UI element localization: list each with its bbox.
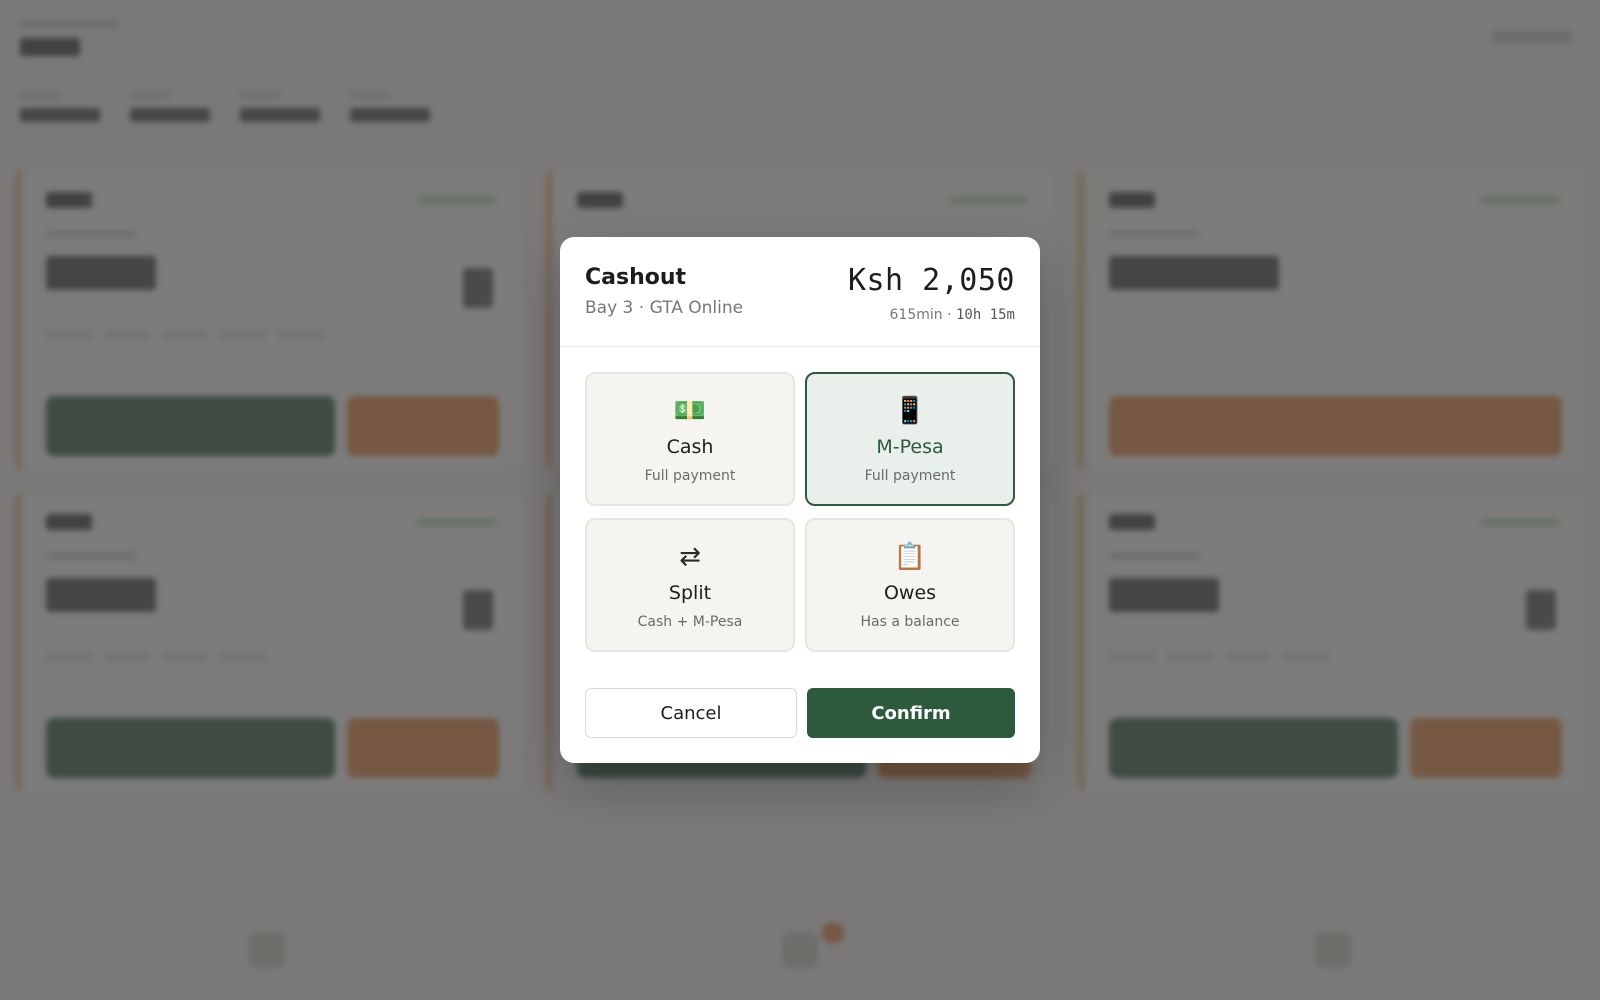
method-mpesa[interactable]: 📱 M-Pesa Full payment [805, 372, 1015, 506]
method-name: Split [668, 582, 712, 604]
split-arrows-icon: ⇄ [679, 542, 701, 572]
dialog-header: Cashout Bay 3 · GTA Online Ksh 2,050 615… [560, 237, 1040, 347]
clipboard-icon: 📋 [893, 542, 927, 572]
confirm-button[interactable]: Confirm [807, 688, 1015, 738]
method-name: Owes [883, 582, 937, 604]
method-owes[interactable]: 📋 Owes Has a balance [805, 518, 1015, 652]
method-name: M-Pesa [876, 436, 944, 458]
cancel-button[interactable]: Cancel [585, 688, 797, 738]
session-duration: 615min · 10h 15m [890, 307, 1016, 323]
mobile-phone-icon: 📱 [893, 396, 927, 426]
method-cash[interactable]: 💵 Cash Full payment [585, 372, 795, 506]
duration-hours-minutes: 10h 15m [955, 307, 1015, 323]
cashout-dialog: Cashout Bay 3 · GTA Online Ksh 2,050 615… [560, 237, 1040, 763]
amount-due: Ksh 2,050 [847, 263, 1015, 298]
method-name: Cash [666, 436, 714, 458]
cash-icon: 💵 [673, 396, 707, 426]
payment-methods: 💵 Cash Full payment 📱 M-Pesa Full paymen… [585, 372, 1015, 652]
method-split[interactable]: ⇄ Split Cash + M-Pesa [585, 518, 795, 652]
method-desc: Has a balance [860, 614, 960, 630]
method-desc: Cash + M-Pesa [637, 614, 743, 630]
method-desc: Full payment [644, 468, 736, 484]
duration-minutes: 615min · [889, 307, 952, 323]
dialog-actions: Cancel Confirm [585, 688, 1015, 738]
method-desc: Full payment [864, 468, 956, 484]
